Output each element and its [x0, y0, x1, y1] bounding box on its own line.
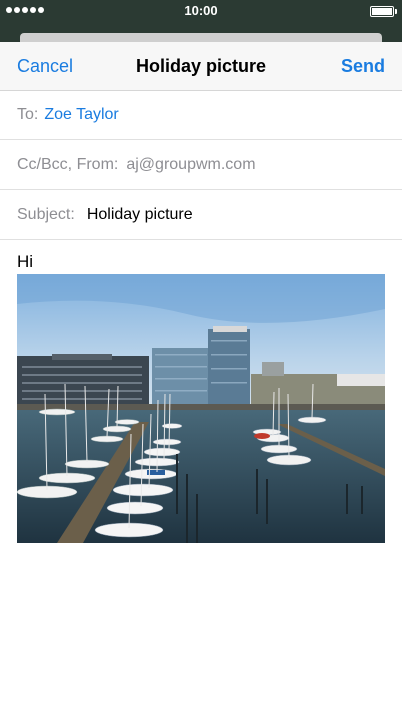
- recipient-token[interactable]: Zoe Taylor: [44, 106, 118, 124]
- sheet-background: [0, 22, 402, 42]
- subject-label: Subject:: [17, 205, 75, 223]
- cc-bcc-from-label: Cc/Bcc, From:: [17, 155, 119, 173]
- background-card: [20, 33, 382, 42]
- subject-field[interactable]: Subject: Holiday picture: [0, 190, 402, 240]
- to-field[interactable]: To: Zoe Taylor: [0, 90, 402, 140]
- to-label: To:: [17, 105, 39, 123]
- subject-input[interactable]: Holiday picture: [87, 206, 193, 224]
- status-bar: 10:00: [0, 0, 402, 22]
- battery-icon: [370, 6, 397, 17]
- compose-nav-bar: Cancel Holiday picture Send: [0, 42, 402, 91]
- cc-bcc-from-field[interactable]: Cc/Bcc, From: aj@groupwm.com: [0, 140, 402, 190]
- attached-photo[interactable]: [17, 274, 385, 543]
- message-body-text[interactable]: Hi: [17, 252, 33, 272]
- status-time: 10:00: [184, 3, 218, 18]
- send-button[interactable]: Send: [341, 56, 385, 77]
- from-address[interactable]: aj@groupwm.com: [126, 156, 255, 174]
